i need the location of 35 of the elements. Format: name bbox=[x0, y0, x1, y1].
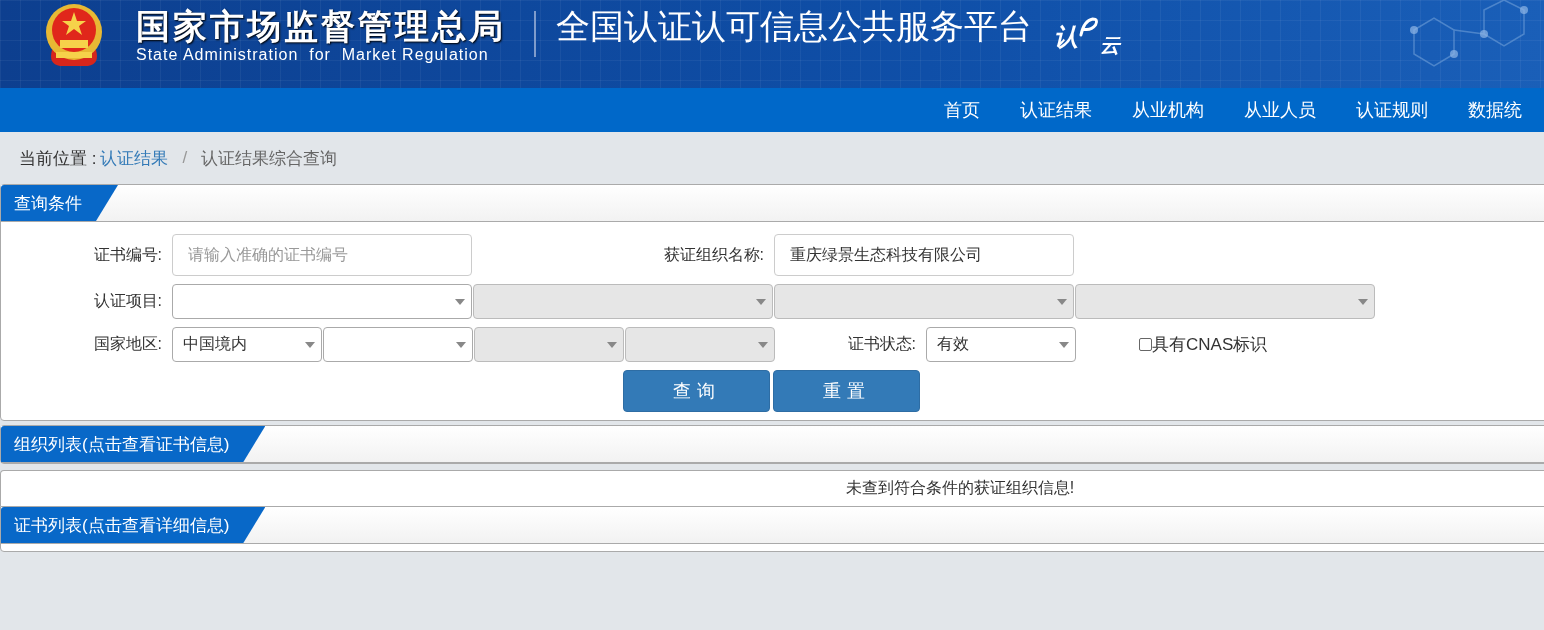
nav-link[interactable]: 数据统 bbox=[1468, 98, 1522, 122]
platform-title: 全国认证认可信息公共服务平台 bbox=[556, 6, 1032, 47]
breadcrumb-label: 当前位置 : bbox=[19, 147, 97, 170]
project-select[interactable] bbox=[172, 284, 472, 319]
nav-link[interactable]: 认证规则 bbox=[1356, 98, 1428, 122]
action-button[interactable]: 查询 bbox=[623, 370, 770, 412]
cnas-checkbox[interactable] bbox=[1139, 338, 1152, 351]
nav-link[interactable]: 认证结果 bbox=[1020, 98, 1092, 122]
action-button[interactable]: 重置 bbox=[773, 370, 920, 412]
field-label: 证书编号: bbox=[92, 244, 163, 265]
panel-title: 组织列表(点击查看证书信息) bbox=[1, 426, 266, 462]
logo-text: 云 bbox=[1100, 33, 1120, 58]
logo-text: 认 bbox=[1054, 22, 1078, 52]
field-label: 证书状态: bbox=[846, 334, 917, 354]
swirl-icon bbox=[1078, 15, 1100, 39]
region-select[interactable] bbox=[323, 327, 473, 362]
field-label: 认证项目: bbox=[92, 291, 163, 311]
certificate-number-field[interactable]: 请输入准确的证书编号 bbox=[172, 234, 472, 276]
breadcrumb-separator: / bbox=[182, 148, 188, 168]
nav-link[interactable]: 从业机构 bbox=[1132, 98, 1204, 122]
nav-link[interactable]: 从业人员 bbox=[1244, 98, 1316, 122]
status-select[interactable]: 有效 bbox=[926, 327, 1076, 362]
panel-title: 证书列表(点击查看详细信息) bbox=[1, 507, 266, 543]
nav-link[interactable]: 首页 bbox=[944, 98, 980, 122]
empty-message: 未查到符合条件的获证组织信息! bbox=[845, 478, 1075, 498]
panel-title: 查询条件 bbox=[1, 185, 118, 221]
field-label: 获证组织名称: bbox=[662, 244, 765, 265]
region-select[interactable]: 中国境内 bbox=[172, 327, 322, 362]
agency-name-english: State Administration for Market Regulation bbox=[136, 46, 490, 64]
agency-name: 国家市场监督管理总局 bbox=[136, 6, 506, 46]
organization-name-field[interactable]: 重庆绿景生态科技有限公司 bbox=[774, 234, 1074, 276]
breadcrumb-link[interactable]: 认证结果 bbox=[100, 146, 169, 170]
checkbox-label: 具有CNAS标识 bbox=[1152, 334, 1268, 356]
breadcrumb-current: 认证结果综合查询 bbox=[201, 147, 338, 170]
field-label: 国家地区: bbox=[92, 334, 163, 354]
